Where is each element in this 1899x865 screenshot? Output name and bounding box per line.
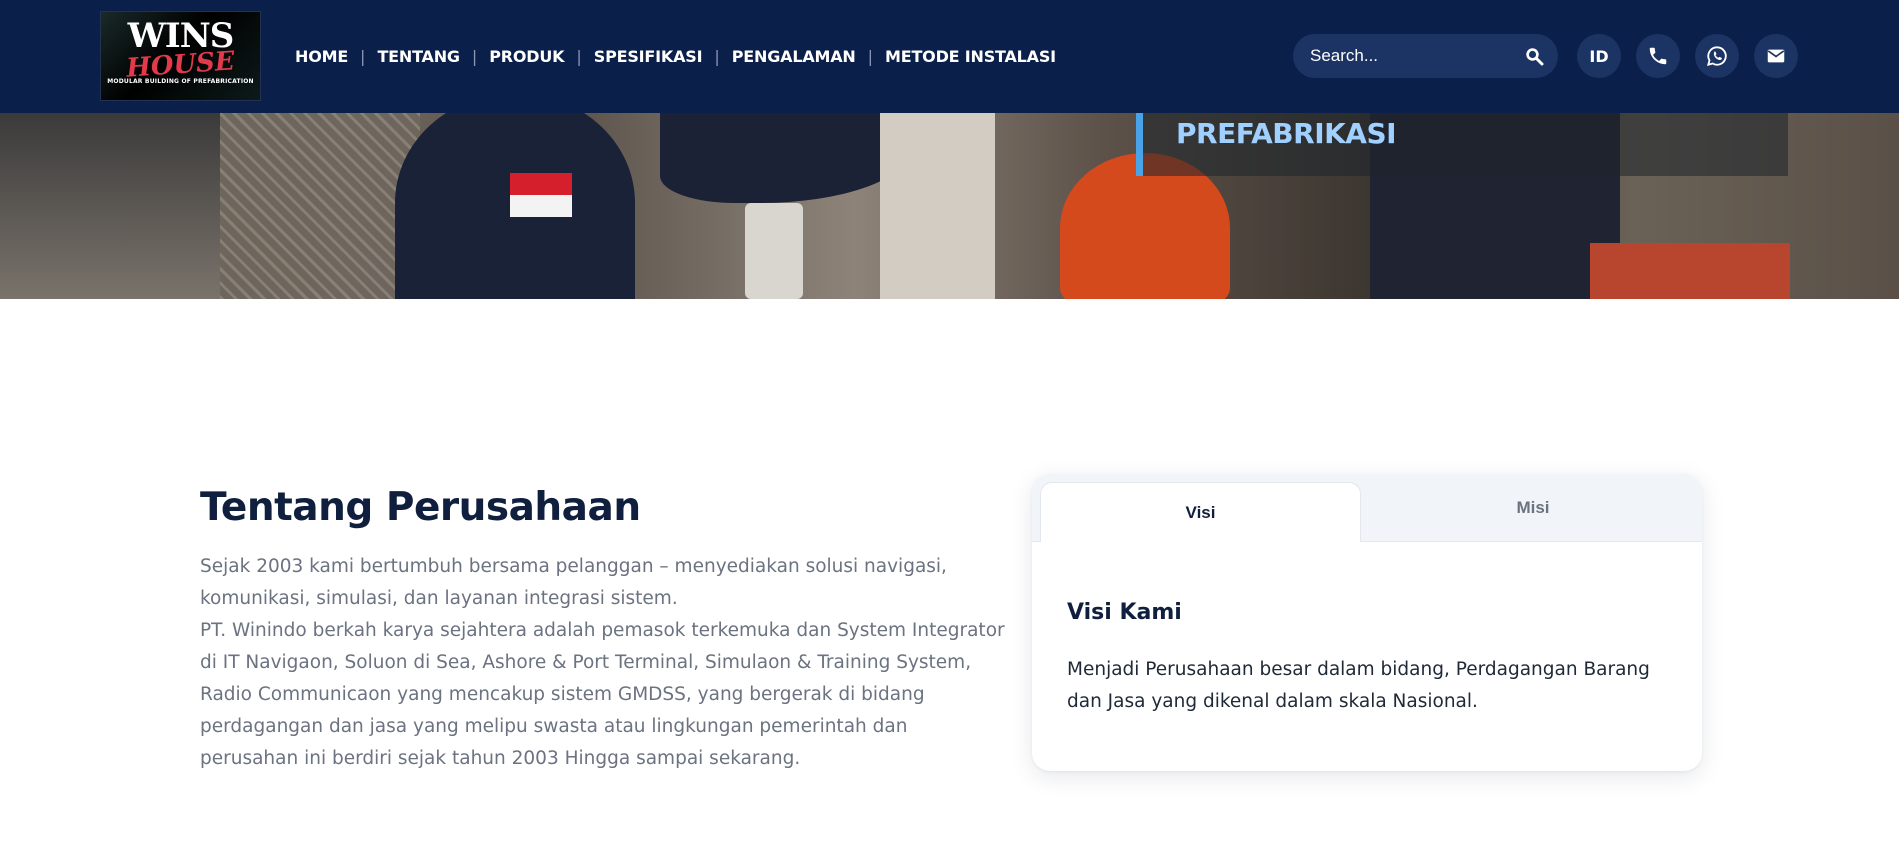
search-icon[interactable] [1524, 46, 1544, 66]
nav-item-tentang[interactable]: TENTANG [377, 47, 460, 66]
hero-post [880, 113, 995, 299]
indonesia-flag-patch [510, 173, 572, 217]
logo-tagline: MODULAR BUILDING OF PREFABRICATION [107, 78, 254, 85]
search-box [1293, 34, 1558, 78]
nav-separator: | [714, 46, 720, 66]
hero-banner: PREFABRIKASI [0, 113, 1899, 299]
phone-button[interactable] [1636, 34, 1680, 78]
about-description: Sejak 2003 kami bertumbuh bersama pelang… [200, 551, 1010, 775]
hero-title: PREFABRIKASI [1176, 117, 1397, 150]
nav-item-metode-instalasi[interactable]: METODE INSTALASI [885, 47, 1056, 66]
phone-icon [1649, 47, 1667, 65]
hero-bag [745, 203, 803, 299]
hero-title-box: PREFABRIKASI [1136, 113, 1788, 176]
site-header: WINS HOUSE MODULAR BUILDING OF PREFABRIC… [0, 0, 1899, 113]
tab-panel-heading: Visi Kami [1067, 600, 1182, 625]
tab-visi[interactable]: Visi [1040, 482, 1361, 542]
main-nav: HOME | TENTANG | PRODUK | SPESIFIKASI | … [295, 44, 1056, 68]
whatsapp-button[interactable] [1695, 34, 1739, 78]
nav-separator: | [471, 46, 478, 66]
nav-separator: | [576, 46, 582, 66]
hero-red-frame [1590, 243, 1790, 299]
nav-item-produk[interactable]: PRODUK [489, 47, 564, 66]
wins-house-logo[interactable]: WINS HOUSE MODULAR BUILDING OF PREFABRIC… [100, 11, 261, 101]
language-button[interactable]: ID [1577, 34, 1621, 78]
tab-misi[interactable]: Misi [1372, 482, 1694, 534]
nav-separator: | [867, 46, 873, 66]
about-paragraph: Sejak 2003 kami bertumbuh bersama pelang… [200, 556, 947, 609]
whatsapp-icon [1706, 46, 1727, 67]
vision-mission-card: Visi Misi Visi Kami Menjadi Perusahaan b… [1032, 474, 1702, 771]
about-paragraph: PT. Winindo berkah karya sejahtera adala… [200, 620, 1005, 769]
nav-item-pengalaman[interactable]: PENGALAMAN [732, 47, 856, 66]
tab-panel-body: Menjadi Perusahaan besar dalam bidang, P… [1067, 659, 1650, 712]
hero-worker-arm [660, 113, 910, 203]
language-label: ID [1589, 46, 1609, 66]
hero-photo-background [0, 113, 220, 299]
nav-separator: | [360, 46, 366, 66]
nav-item-home[interactable]: HOME [295, 47, 348, 66]
tab-bar: Visi Misi [1032, 474, 1702, 542]
search-input[interactable] [1310, 34, 1510, 78]
mail-icon [1767, 49, 1785, 63]
about-title: Tentang Perusahaan [200, 485, 641, 530]
email-button[interactable] [1754, 34, 1798, 78]
nav-item-spesifikasi[interactable]: SPESIFIKASI [594, 47, 703, 66]
hero-fence-pattern [220, 113, 420, 299]
